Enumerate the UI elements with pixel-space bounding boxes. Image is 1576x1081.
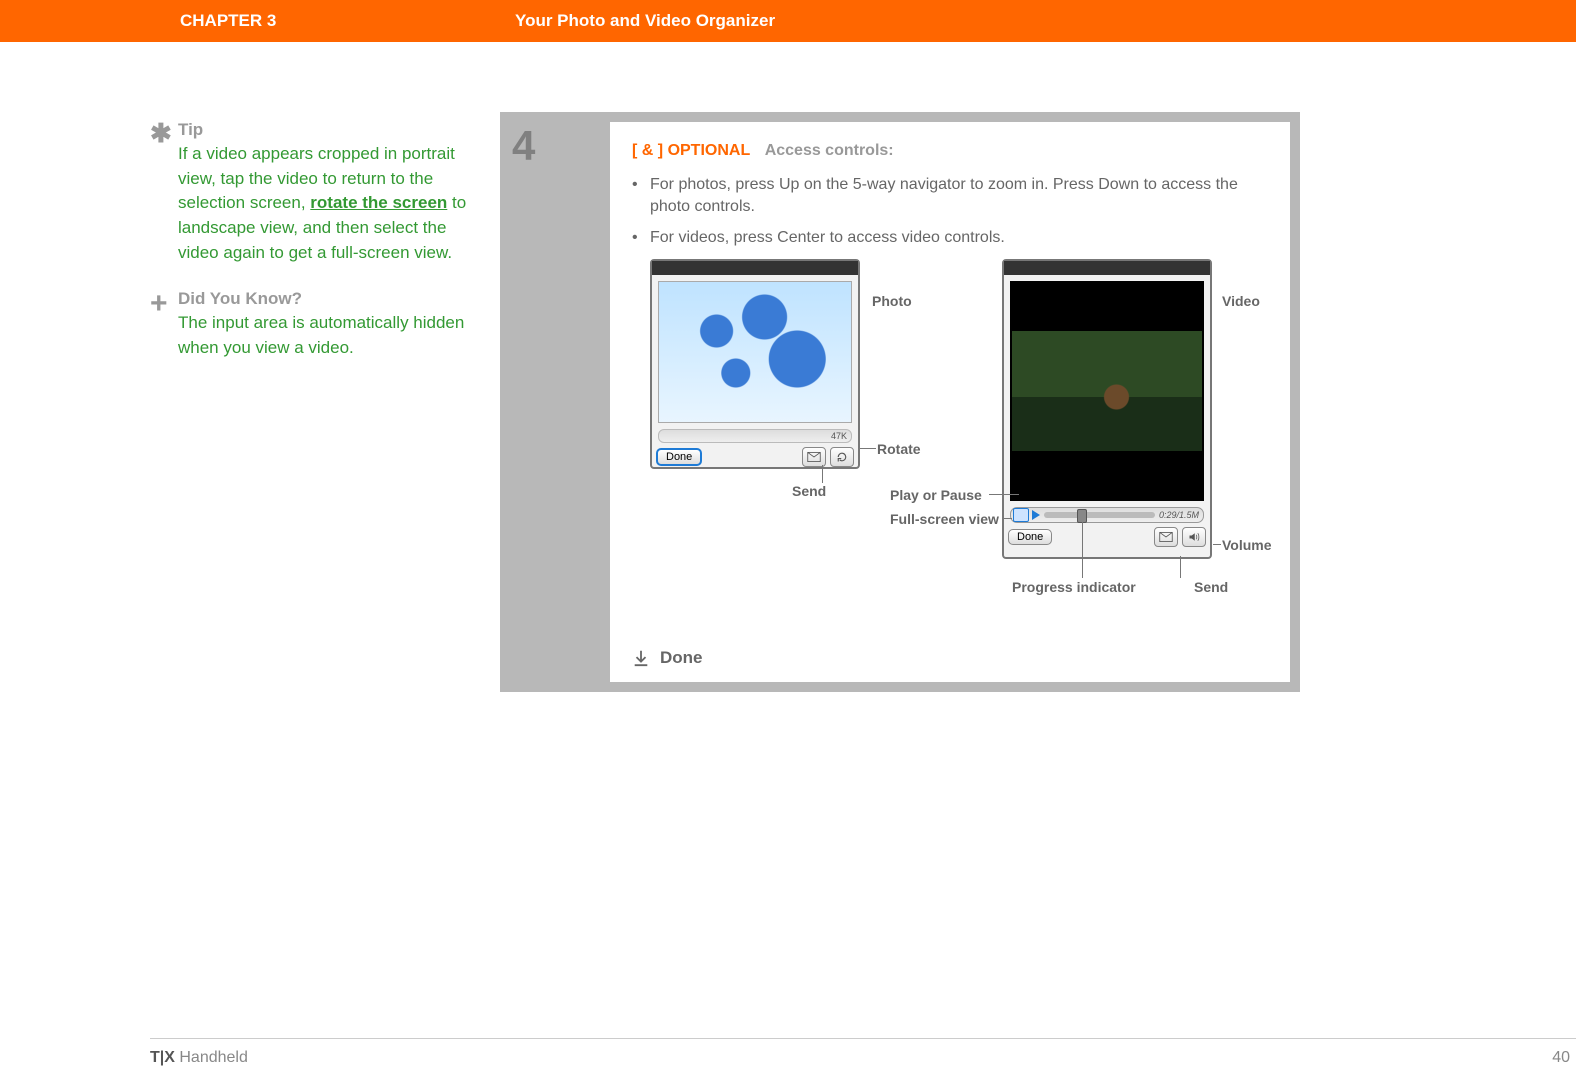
video-slider[interactable] (1044, 512, 1155, 518)
video-slider-thumb[interactable] (1077, 509, 1087, 523)
callout-photo-send: Send (792, 483, 826, 499)
bullet-dot-icon: • (632, 227, 650, 249)
mail-icon[interactable] (1154, 527, 1178, 547)
sidebar: ✱ Tip If a video appears cropped in port… (150, 120, 470, 384)
callout-volume: Volume (1222, 537, 1272, 553)
media-illustration-area: 47K Done Photo Rotate Send (632, 259, 1268, 599)
photo-titlebar (652, 261, 858, 275)
bullet-text: For photos, press Up on the 5-way naviga… (650, 174, 1268, 217)
plus-icon: + (150, 289, 178, 360)
fullscreen-icon[interactable] (1013, 508, 1029, 522)
leader-line (1213, 544, 1221, 545)
tip-heading: Tip (178, 120, 470, 140)
photo-label: Photo (872, 293, 912, 309)
leader-line (860, 448, 876, 449)
video-device-mock: 0:29/1.5M Done (1002, 259, 1212, 559)
leader-line (989, 494, 1019, 495)
chapter-title: Your Photo and Video Organizer (515, 11, 775, 31)
step-body: [ & ] OPTIONAL Access controls: • For ph… (610, 122, 1290, 682)
leader-line (1002, 518, 1012, 519)
leader-line (822, 465, 823, 483)
callout-play-pause: Play or Pause (890, 487, 982, 503)
callout-progress: Progress indicator (1012, 579, 1136, 595)
video-progress-bar[interactable]: 0:29/1.5M (1010, 507, 1204, 523)
optional-line: [ & ] OPTIONAL Access controls: (632, 142, 1268, 160)
chapter-header: CHAPTER 3 Your Photo and Video Organizer (0, 0, 1576, 42)
mail-icon[interactable] (802, 447, 826, 467)
rotate-icon[interactable] (830, 447, 854, 467)
video-time-label: 0:29/1.5M (1159, 510, 1199, 520)
leader-line (1180, 556, 1181, 578)
video-titlebar (1004, 261, 1210, 275)
footer-product-bold: T|X (150, 1049, 175, 1066)
play-icon[interactable] (1032, 510, 1040, 520)
done-row: Done (632, 648, 703, 668)
bullet-dot-icon: • (632, 174, 650, 217)
volume-icon[interactable] (1182, 527, 1206, 547)
down-arrow-icon (632, 649, 650, 667)
footer-rule (150, 1038, 1576, 1039)
bullet-text: For videos, press Center to access video… (650, 227, 1268, 249)
footer-product: T|X Handheld (150, 1049, 248, 1067)
chapter-label: CHAPTER 3 (180, 11, 276, 31)
bullet-item: • For photos, press Up on the 5-way navi… (632, 174, 1268, 217)
callout-video-send: Send (1194, 579, 1228, 595)
done-label: Done (660, 648, 703, 668)
photo-device-mock: 47K Done (650, 259, 860, 469)
step-panel: 4 [ & ] OPTIONAL Access controls: • For … (500, 112, 1300, 692)
photo-toolbar: Done (652, 443, 858, 471)
dyk-heading: Did You Know? (178, 289, 470, 309)
bullet-item: • For videos, press Center to access vid… (632, 227, 1268, 249)
video-done-button[interactable]: Done (1008, 529, 1052, 545)
footer-page-number: 40 (1552, 1049, 1570, 1067)
video-toolbar: Done (1004, 523, 1210, 551)
step-number: 4 (512, 122, 612, 170)
photo-size-bar: 47K (658, 429, 852, 443)
callout-full-screen: Full-screen view (890, 511, 999, 527)
tip-block: ✱ Tip If a video appears cropped in port… (150, 120, 470, 265)
photo-done-button[interactable]: Done (656, 448, 702, 466)
dyk-text: The input area is automatically hidden w… (178, 311, 470, 360)
asterisk-icon: ✱ (150, 120, 178, 265)
did-you-know-block: + Did You Know? The input area is automa… (150, 289, 470, 360)
footer-product-rest: Handheld (175, 1049, 248, 1066)
photo-preview-image (658, 281, 852, 423)
video-frame-image (1012, 331, 1202, 451)
video-label: Video (1222, 293, 1260, 309)
optional-desc: Access controls: (765, 142, 894, 159)
callout-rotate: Rotate (877, 441, 921, 457)
tip-text: If a video appears cropped in portrait v… (178, 142, 470, 265)
leader-line (1082, 522, 1083, 578)
video-letterbox (1010, 281, 1204, 501)
optional-bracket: [ & ] (632, 142, 663, 159)
tip-link-rotate-screen[interactable]: rotate the screen (310, 193, 447, 212)
optional-word: OPTIONAL (668, 142, 751, 159)
